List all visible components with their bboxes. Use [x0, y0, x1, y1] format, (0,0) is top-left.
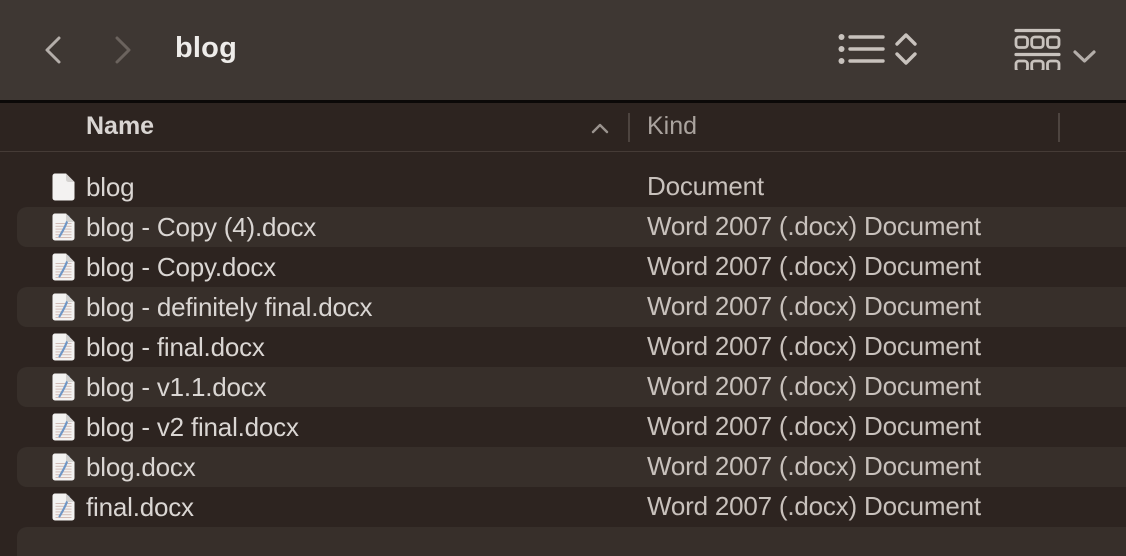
- file-name: final.docx: [86, 492, 194, 523]
- word-document-icon: [52, 493, 75, 521]
- file-name: blog - Copy (4).docx: [86, 212, 316, 243]
- file-row[interactable]: blog - final.docx Word 2007 (.docx) Docu…: [0, 327, 1126, 367]
- file-row[interactable]: blog - definitely final.docx Word 2007 (…: [0, 287, 1126, 327]
- empty-row: [0, 527, 1126, 556]
- word-document-icon: [52, 333, 75, 361]
- generic-document-icon: [52, 173, 75, 201]
- file-name: blog - definitely final.docx: [86, 292, 372, 323]
- file-row[interactable]: blog Document: [0, 167, 1126, 207]
- toolbar: blog: [0, 0, 1126, 100]
- chevron-left-icon: [43, 35, 63, 65]
- file-row[interactable]: blog - Copy (4).docx Word 2007 (.docx) D…: [0, 207, 1126, 247]
- file-row[interactable]: blog.docx Word 2007 (.docx) Document: [0, 447, 1126, 487]
- column-header-kind[interactable]: Kind: [647, 112, 697, 141]
- file-name: blog - v2 final.docx: [86, 412, 299, 443]
- file-kind: Word 2007 (.docx) Document: [647, 211, 981, 242]
- group-view-button[interactable]: [1014, 28, 1097, 70]
- column-divider[interactable]: [1058, 113, 1060, 142]
- file-name: blog - Copy.docx: [86, 252, 276, 283]
- file-kind: Word 2007 (.docx) Document: [647, 411, 981, 442]
- file-row[interactable]: blog - Copy.docx Word 2007 (.docx) Docum…: [0, 247, 1126, 287]
- finder-window: blog: [0, 0, 1126, 556]
- grouped-grid-icon: [1014, 28, 1061, 70]
- word-document-icon: [52, 293, 75, 321]
- file-name: blog - v1.1.docx: [86, 372, 266, 403]
- file-kind: Document: [647, 171, 764, 202]
- file-name: blog: [86, 172, 134, 203]
- window-title: blog: [175, 32, 237, 65]
- word-document-icon: [52, 413, 75, 441]
- file-kind: Word 2007 (.docx) Document: [647, 291, 981, 322]
- sort-arrows-icon: [893, 31, 919, 67]
- file-row[interactable]: blog - v1.1.docx Word 2007 (.docx) Docum…: [0, 367, 1126, 407]
- word-document-icon: [52, 453, 75, 481]
- file-kind: Word 2007 (.docx) Document: [647, 331, 981, 362]
- file-name: blog.docx: [86, 452, 196, 483]
- file-kind: Word 2007 (.docx) Document: [647, 371, 981, 402]
- file-name: blog - final.docx: [86, 332, 265, 363]
- bulleted-list-icon: [838, 32, 886, 66]
- list-sort-button[interactable]: [838, 31, 919, 67]
- file-row[interactable]: final.docx Word 2007 (.docx) Document: [0, 487, 1126, 527]
- column-header-name[interactable]: Name: [86, 112, 154, 141]
- word-document-icon: [52, 373, 75, 401]
- file-kind: Word 2007 (.docx) Document: [647, 251, 981, 282]
- column-header-row: Name Kind: [0, 103, 1126, 152]
- column-divider[interactable]: [628, 113, 630, 142]
- word-document-icon: [52, 253, 75, 281]
- file-list: blog Document: [0, 152, 1126, 556]
- file-row[interactable]: blog - v2 final.docx Word 2007 (.docx) D…: [0, 407, 1126, 447]
- chevron-right-icon: [113, 35, 133, 65]
- chevron-down-icon: [1072, 49, 1097, 64]
- file-kind: Word 2007 (.docx) Document: [647, 451, 981, 482]
- file-kind: Word 2007 (.docx) Document: [647, 491, 981, 522]
- back-button[interactable]: [40, 33, 66, 67]
- sort-ascending-icon: [590, 122, 610, 135]
- forward-button[interactable]: [110, 33, 136, 67]
- word-document-icon: [52, 213, 75, 241]
